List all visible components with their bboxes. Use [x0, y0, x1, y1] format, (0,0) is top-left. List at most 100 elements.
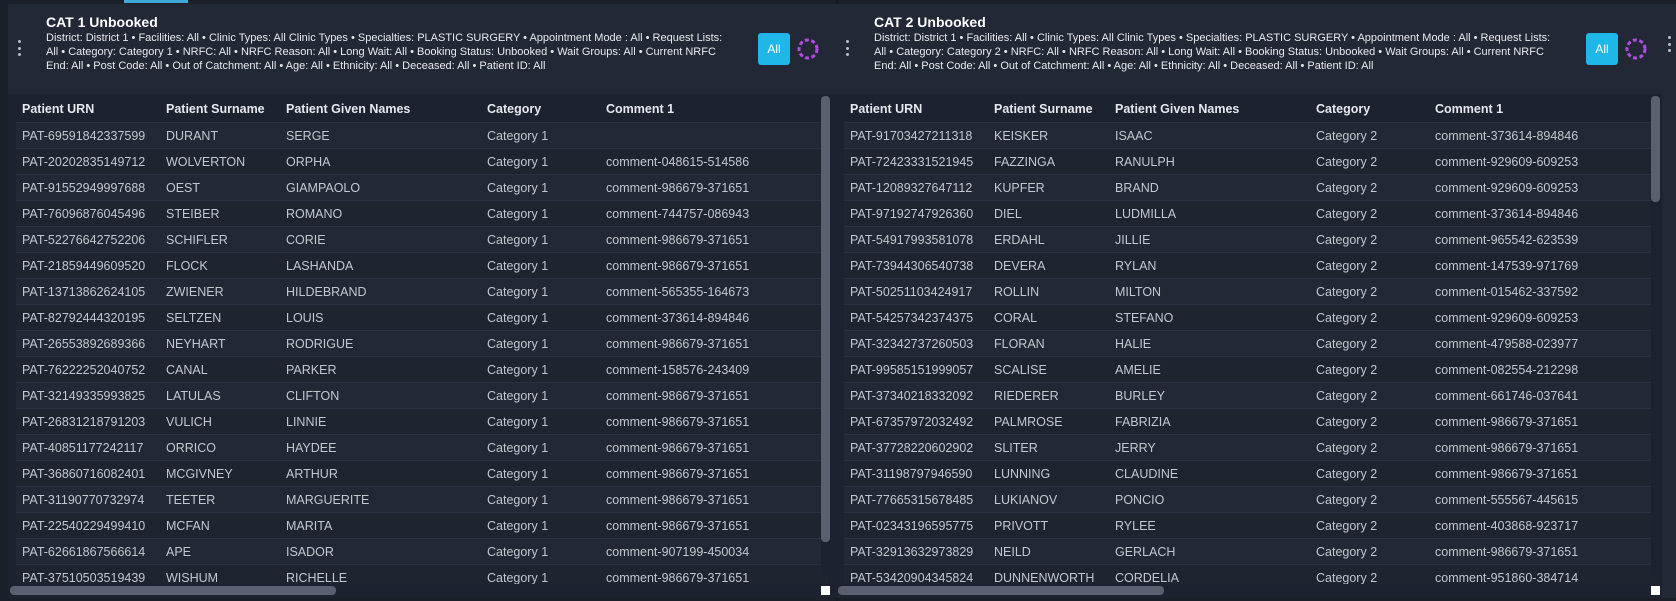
table-row[interactable]: PAT-32342737260503 FLORAN HALIE Category 2c… — [844, 330, 1656, 357]
vertical-scroll-thumb[interactable] — [821, 96, 830, 542]
vertical-scrollbar[interactable] — [1651, 96, 1660, 576]
table-row[interactable]: PAT-12089327647112 KUPFER BRAND Category 2c… — [844, 174, 1656, 201]
table-row[interactable]: PAT-99585151999057 SCALISE AMELIE Category … — [844, 356, 1656, 383]
table-cell: Category 2 — [1310, 330, 1429, 357]
table-row[interactable]: PAT-02343196595775 PRIVOTT RYLEE Category 2… — [844, 512, 1656, 539]
table-cell: GIAMPAOLO — [280, 174, 481, 201]
column-header[interactable]: Category — [1310, 96, 1429, 123]
all-button[interactable]: All — [758, 33, 790, 65]
table-cell: comment-986679-371651 — [1429, 460, 1656, 487]
table-row[interactable]: PAT-31198797946590 LUNNING CLAUDINE Categor… — [844, 460, 1656, 487]
table-row[interactable]: PAT-22540229499410 MCFAN MARITA Category 1c… — [16, 512, 828, 539]
horizontal-scrollbar[interactable] — [838, 586, 1653, 595]
table-cell: PAT-36860716082401 — [16, 460, 160, 487]
table-cell: comment-373614-894846 — [1429, 200, 1656, 227]
table-row[interactable]: PAT-26553892689366 NEYHART RODRIGUE Categor… — [16, 330, 828, 357]
table-cell: comment-986679-371651 — [600, 564, 828, 584]
table-cell: FLOCK — [160, 252, 280, 279]
column-header[interactable]: Category — [481, 96, 600, 123]
column-header[interactable]: Patient Surname — [988, 96, 1109, 123]
table-row[interactable]: PAT-50251103424917 ROLLIN MILTON Category 2… — [844, 278, 1656, 305]
table-row[interactable]: PAT-21859449609520 FLOCK LASHANDA Category … — [16, 252, 828, 279]
table-row[interactable]: PAT-52276642752206 SCHIFLER CORIE Category … — [16, 226, 828, 253]
table-cell: DEVERA — [988, 252, 1109, 279]
column-header[interactable]: Comment 1 — [600, 96, 828, 123]
table-cell: SCALISE — [988, 356, 1109, 383]
column-header[interactable]: Patient Given Names — [1109, 96, 1310, 123]
table-row[interactable]: PAT-37510503519439 WISHUM RICHELLE Category… — [16, 564, 828, 584]
table-cell: TEETER — [160, 486, 280, 513]
table-cell: CORAL — [988, 304, 1109, 331]
vertical-scroll-thumb[interactable] — [1651, 96, 1660, 202]
table-cell: comment-907199-450034 — [600, 538, 828, 565]
table-cell: CLAUDINE — [1109, 460, 1310, 487]
table-cell: PAT-73944306540738 — [844, 252, 988, 279]
table-row[interactable]: PAT-69591842337599 DURANT SERGE Category 1 — [16, 122, 828, 149]
table-row[interactable]: PAT-54257342374375 CORAL STEFANO Category 2… — [844, 304, 1656, 331]
table-row[interactable]: PAT-76222252040752 CANAL PARKER Category 1c… — [16, 356, 828, 383]
table-cell: MCGIVNEY — [160, 460, 280, 487]
horizontal-scroll-thumb[interactable] — [10, 586, 336, 595]
table-row[interactable]: PAT-31190770732974 TEETER MARGUERITE Catego… — [16, 486, 828, 513]
table-cell: Category 2 — [1310, 356, 1429, 383]
table-row[interactable]: PAT-67357972032492 PALMROSE FABRIZIA Catego… — [844, 408, 1656, 435]
column-header[interactable]: Comment 1 — [1429, 96, 1656, 123]
table-cell: Category 2 — [1310, 278, 1429, 305]
table-cell: Category 1 — [481, 512, 600, 539]
table-row[interactable]: PAT-54917993581078 ERDAHL JILLIE Category 2… — [844, 226, 1656, 253]
patient-table: Patient URN Patient Surname Patient Given … — [844, 96, 1656, 584]
table-row[interactable]: PAT-37728220602902 SLITER JERRY Category 2c… — [844, 434, 1656, 461]
table-cell: Category 2 — [1310, 304, 1429, 331]
table-row[interactable]: PAT-13713862624105 ZWIENER HILDEBRAND Categ… — [16, 278, 828, 305]
vertical-scrollbar[interactable] — [821, 96, 830, 576]
kebab-menu-icon[interactable] — [16, 40, 22, 56]
table-row[interactable]: PAT-37340218332092 RIEDERER BURLEY Category… — [844, 382, 1656, 409]
column-header[interactable]: Patient Given Names — [280, 96, 481, 123]
column-header[interactable]: Patient URN — [16, 96, 160, 123]
table-row[interactable]: PAT-40851177242117 ORRICO HAYDEE Category 1… — [16, 434, 828, 461]
table-cell: PAT-53420904345824 — [844, 564, 988, 584]
table-cell: ROMANO — [280, 200, 481, 227]
table-cell: comment-986679-371651 — [600, 382, 828, 409]
table-cell: comment-986679-371651 — [600, 434, 828, 461]
table-row[interactable]: PAT-97192747926360 DIEL LUDMILLA Category 2… — [844, 200, 1656, 227]
table-row[interactable]: PAT-32913632973829 NEILD GERLACH Category 2… — [844, 538, 1656, 565]
table-cell: Category 1 — [481, 564, 600, 584]
table-row[interactable]: PAT-20202835149712 WOLVERTON ORPHA Category… — [16, 148, 828, 175]
table-cell: PAT-37728220602902 — [844, 434, 988, 461]
table-row[interactable]: PAT-73944306540738 DEVERA RYLAN Category 2c… — [844, 252, 1656, 279]
kebab-menu-icon[interactable] — [844, 40, 850, 56]
table-cell: PAT-76096876045496 — [16, 200, 160, 227]
column-header[interactable]: Patient Surname — [160, 96, 280, 123]
table-cell: Category 1 — [481, 434, 600, 461]
table-row[interactable]: PAT-91552949997688 OEST GIAMPAOLO Category … — [16, 174, 828, 201]
table-cell: Category 1 — [481, 356, 600, 383]
table-cell: Category 1 — [481, 382, 600, 409]
table-row[interactable]: PAT-82792444320195 SELTZEN LOUIS Category 1… — [16, 304, 828, 331]
table-cell: Category 1 — [481, 330, 600, 357]
all-button[interactable]: All — [1586, 33, 1618, 65]
table-cell: Category 1 — [481, 278, 600, 305]
table-row[interactable]: PAT-77665315678485 LUKIANOV PONCIO Category… — [844, 486, 1656, 513]
table-row[interactable]: PAT-53420904345824 DUNNENWORTH CORDELIA Cat… — [844, 564, 1656, 584]
horizontal-scroll-thumb[interactable] — [838, 586, 1164, 595]
table-row[interactable]: PAT-62661867566614 APE ISADOR Category 1 com… — [16, 538, 828, 565]
table-cell: PAT-91703427211318 — [844, 122, 988, 149]
table-row[interactable]: PAT-36860716082401 MCGIVNEY ARTHUR Category… — [16, 460, 828, 487]
table-header-row: Patient URN Patient Surname Patient Given … — [16, 96, 828, 123]
table-row[interactable]: PAT-76096876045496 STEIBER ROMANO Category … — [16, 200, 828, 227]
table-row[interactable]: PAT-26831218791203 VULICH LINNIE Category 1… — [16, 408, 828, 435]
table-cell: comment-403868-923717 — [1429, 512, 1656, 539]
column-header[interactable]: Patient URN — [844, 96, 988, 123]
table-cell: DURANT — [160, 122, 280, 149]
table-row[interactable]: PAT-91703427211318 KEISKER ISAAC Category 2… — [844, 122, 1656, 149]
table-cell: LOUIS — [280, 304, 481, 331]
horizontal-scrollbar[interactable] — [10, 586, 825, 595]
table-cell: Category 1 — [481, 252, 600, 279]
table-row[interactable]: PAT-32149335993825 LATULAS CLIFTON Category… — [16, 382, 828, 409]
table-cell: LUDMILLA — [1109, 200, 1310, 227]
table-row[interactable]: PAT-72423331521945 FAZZINGA RANULPH Categor… — [844, 148, 1656, 175]
kebab-menu-icon[interactable] — [1666, 36, 1672, 52]
table-cell: STEFANO — [1109, 304, 1310, 331]
table-cell: AMELIE — [1109, 356, 1310, 383]
